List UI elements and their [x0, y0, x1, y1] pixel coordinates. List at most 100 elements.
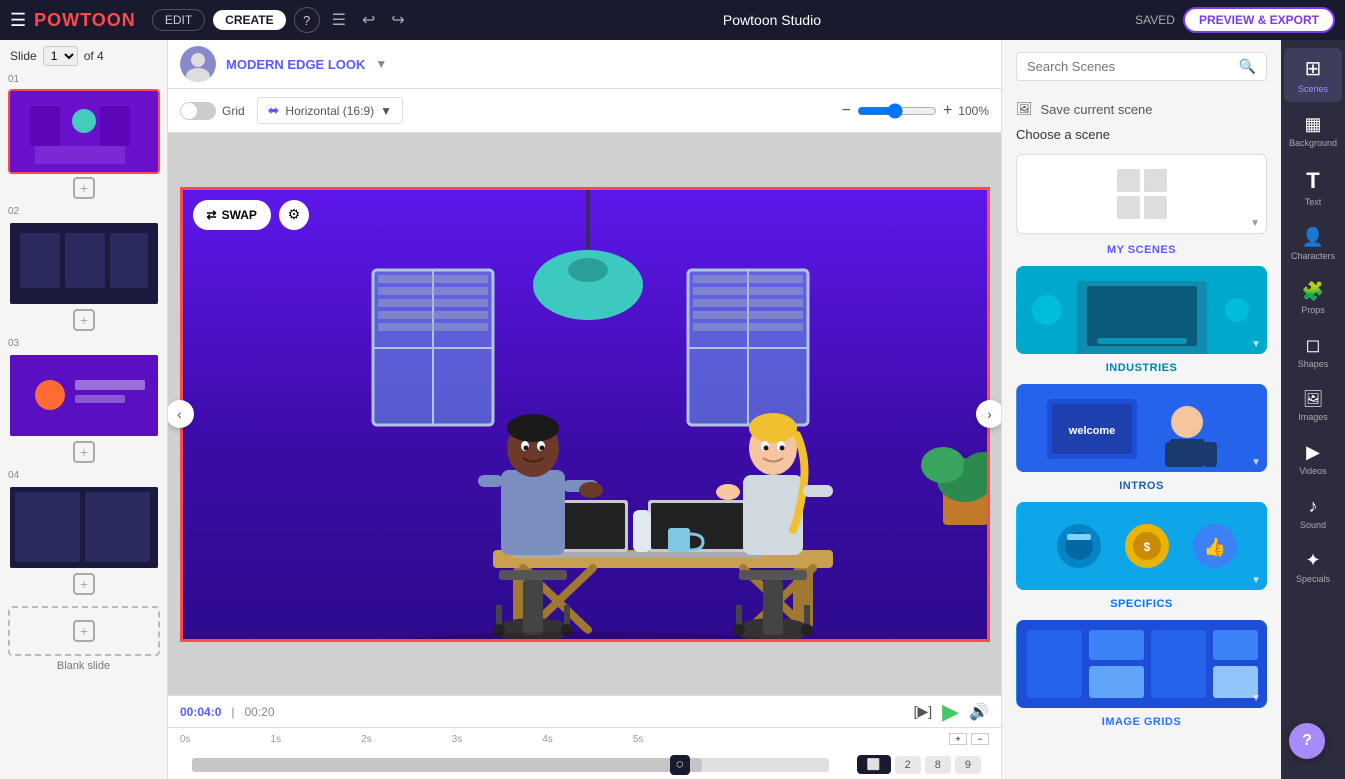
- undo-icon[interactable]: ↩: [358, 10, 379, 30]
- timeline-buttons: ⬜ 2 8 9: [849, 751, 989, 779]
- specials-label: Specials: [1296, 574, 1330, 584]
- search-input[interactable]: [1027, 59, 1233, 74]
- slide-4-add-btn[interactable]: +: [8, 570, 160, 598]
- images-label: Images: [1298, 412, 1328, 422]
- grid-toggle[interactable]: [180, 102, 216, 120]
- blank-slide-container[interactable]: + Blank slide: [8, 606, 159, 680]
- sound-label: Sound: [1300, 520, 1326, 530]
- my-scenes-thumb[interactable]: ▼: [1016, 154, 1267, 234]
- orientation-button[interactable]: ⬌ Horizontal (16:9) ▼: [257, 97, 403, 124]
- save-scene-row[interactable]: 🖼 Save current scene: [1002, 93, 1281, 121]
- timeline-zoom-out[interactable]: −: [971, 733, 989, 745]
- theme-chevron-icon[interactable]: ▼: [375, 57, 387, 71]
- timeline-btn-8[interactable]: 8: [925, 756, 951, 774]
- intros-card[interactable]: welcome ▼: [1016, 384, 1267, 472]
- timeline-btn-default[interactable]: ⬜: [857, 755, 891, 774]
- slide-item-3[interactable]: +: [0, 351, 167, 468]
- gear-icon: ⚙: [288, 206, 301, 223]
- help-fab-button[interactable]: ?: [1289, 723, 1325, 759]
- tick-0s: 0s: [180, 734, 191, 745]
- four-squares-grid: [1117, 169, 1167, 219]
- timeline-zoom-in[interactable]: +: [949, 733, 967, 745]
- slide-3-add-btn[interactable]: +: [8, 438, 160, 466]
- slide-thumb-1[interactable]: [8, 89, 160, 174]
- play-button[interactable]: ▶: [942, 699, 959, 725]
- videos-label: Videos: [1299, 466, 1326, 476]
- scene-settings-button[interactable]: ⚙: [279, 200, 309, 230]
- edit-button[interactable]: EDIT: [152, 9, 205, 31]
- slide-thumb-3[interactable]: [8, 353, 160, 438]
- shapes-label: Shapes: [1298, 359, 1329, 369]
- sidebar-item-props[interactable]: 🧩 Props: [1284, 273, 1342, 323]
- zoom-out-button[interactable]: −: [842, 102, 851, 120]
- grid-label: Grid: [222, 104, 245, 118]
- theme-name: MODERN EDGE LOOK: [226, 57, 365, 72]
- zoom-in-button[interactable]: +: [943, 102, 952, 120]
- menu-icon[interactable]: ☰: [10, 10, 26, 31]
- grid-toggle-group: Grid: [180, 102, 245, 120]
- preview-export-button[interactable]: PREVIEW & EXPORT: [1183, 7, 1335, 33]
- intros-preview: welcome ▼: [1016, 384, 1267, 472]
- background-label: Background: [1289, 138, 1337, 148]
- imagegrids-card[interactable]: ▼: [1016, 620, 1267, 708]
- text-icon: T: [1306, 168, 1319, 194]
- sidebar-item-images[interactable]: 🖼 Images: [1284, 381, 1342, 430]
- app-title: Powtoon Studio: [723, 12, 821, 28]
- sidebar-item-sound[interactable]: ♪ Sound: [1284, 488, 1342, 538]
- slide-2-add-btn[interactable]: +: [8, 306, 160, 334]
- sidebar-item-videos[interactable]: ▶ Videos: [1284, 434, 1342, 484]
- industries-card[interactable]: ▼: [1016, 266, 1267, 354]
- tick-1s: 1s: [271, 734, 282, 745]
- slide-item-4[interactable]: +: [0, 483, 167, 600]
- sq-4: [1144, 196, 1167, 219]
- add-icon-4: +: [73, 573, 95, 595]
- specifics-preview: $ 👍 ▼: [1016, 502, 1267, 590]
- slide-label: Slide: [10, 49, 37, 63]
- canvas-arrow-right[interactable]: ›: [976, 400, 1002, 428]
- slide-thumb-2[interactable]: [8, 221, 160, 306]
- main-canvas[interactable]: ⇄ SWAP ⚙: [180, 187, 990, 642]
- zoom-value: 100%: [958, 104, 989, 118]
- slide-thumb-4[interactable]: [8, 485, 160, 570]
- sidebar-item-scenes[interactable]: ⊞ Scenes: [1284, 48, 1342, 102]
- swap-button[interactable]: ⇄ SWAP: [193, 200, 271, 230]
- scene-illustration: [183, 190, 990, 642]
- slide-item-2[interactable]: +: [0, 219, 167, 336]
- sidebar-item-specials[interactable]: ✦ Specials: [1284, 542, 1342, 592]
- timeline-btn-2[interactable]: 2: [895, 756, 921, 774]
- sidebar-item-background[interactable]: ▦ Background: [1284, 106, 1342, 156]
- slide-1-add-btn[interactable]: +: [8, 174, 160, 202]
- slide-number-select[interactable]: 1234: [43, 46, 78, 66]
- slide-item-1[interactable]: +: [0, 87, 167, 204]
- timeline-btn-9[interactable]: 9: [955, 756, 981, 774]
- intros-label: INTROS: [1002, 476, 1281, 498]
- shapes-icon: ◻: [1306, 335, 1321, 356]
- specifics-card[interactable]: $ 👍 ▼: [1016, 502, 1267, 590]
- sound-icon: ♪: [1309, 496, 1318, 517]
- slide-thumbnail-svg-3: [10, 355, 158, 436]
- timeline-playhead[interactable]: ⬡: [670, 755, 690, 775]
- zoom-slider[interactable]: [857, 103, 937, 119]
- create-button[interactable]: CREATE: [213, 10, 285, 30]
- svg-text:👍: 👍: [1203, 536, 1225, 557]
- redo-icon[interactable]: ↪: [387, 10, 408, 30]
- frame-play-button[interactable]: [▶]: [914, 703, 933, 720]
- blank-slide-add[interactable]: +: [8, 606, 160, 656]
- theme-bar: MODERN EDGE LOOK ▼: [168, 40, 1001, 89]
- slide-nav: Slide 1234 of 4: [0, 40, 167, 72]
- help-button[interactable]: ?: [294, 7, 320, 33]
- main-layout: Slide 1234 of 4 01: [0, 40, 1345, 779]
- imagegrids-svg: [1017, 620, 1267, 708]
- sidebar-item-text[interactable]: T Text: [1284, 160, 1342, 215]
- sidebar-item-shapes[interactable]: ◻ Shapes: [1284, 327, 1342, 377]
- blank-slide-label: Blank slide: [8, 656, 159, 680]
- canvas-overlay-buttons: ⇄ SWAP ⚙: [193, 200, 309, 230]
- timeline-progress-bar[interactable]: ⬡: [192, 758, 829, 772]
- search-box[interactable]: 🔍: [1016, 52, 1267, 81]
- add-icon-2: +: [73, 309, 95, 331]
- industries-preview: ▼: [1016, 266, 1267, 354]
- sidebar-item-characters[interactable]: 👤 Characters: [1284, 219, 1342, 269]
- list-icon[interactable]: ☰: [328, 10, 350, 30]
- far-right-sidebar: ⊞ Scenes ▦ Background T Text 👤 Character…: [1281, 40, 1345, 779]
- volume-icon[interactable]: 🔊: [969, 702, 989, 722]
